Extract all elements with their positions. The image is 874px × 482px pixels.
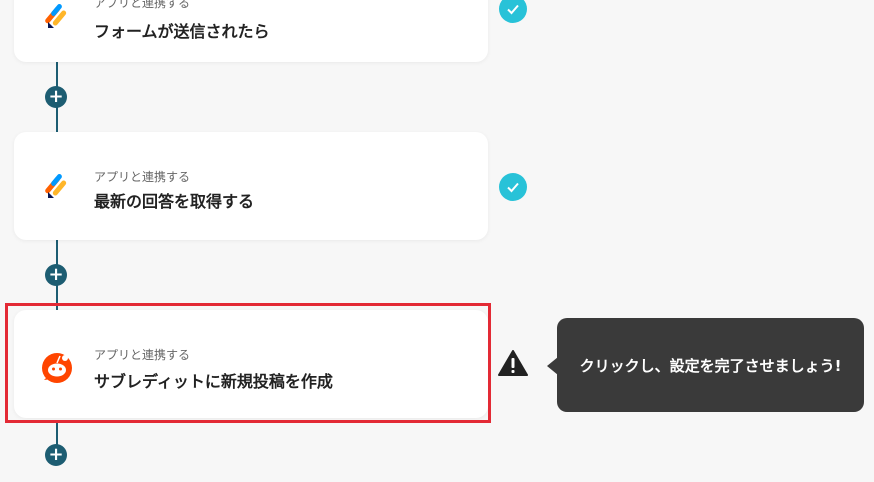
add-step-button[interactable]: + xyxy=(45,444,67,466)
jotform-app-icon xyxy=(45,174,67,198)
step-title: フォームが送信されたら xyxy=(94,22,270,41)
add-step-button[interactable]: + xyxy=(45,86,67,108)
step-card-get-latest-response[interactable]: アプリと連携する 最新の回答を取得する xyxy=(14,132,488,240)
warning-icon xyxy=(498,350,528,376)
step-caption: アプリと連携する xyxy=(94,170,191,184)
check-icon xyxy=(499,173,527,201)
jotform-app-icon xyxy=(45,4,67,28)
check-icon xyxy=(499,0,527,23)
tooltip-text: クリックし、設定を完了させましょう! xyxy=(579,356,842,375)
setup-hint-tooltip: クリックし、設定を完了させましょう! xyxy=(557,318,864,412)
step-caption: アプリと連携する xyxy=(94,0,191,10)
highlight-frame xyxy=(5,303,491,423)
step-card-form-submitted[interactable]: アプリと連携する フォームが送信されたら xyxy=(14,0,488,62)
step-title: 最新の回答を取得する xyxy=(94,192,255,211)
add-step-button[interactable]: + xyxy=(45,264,67,286)
